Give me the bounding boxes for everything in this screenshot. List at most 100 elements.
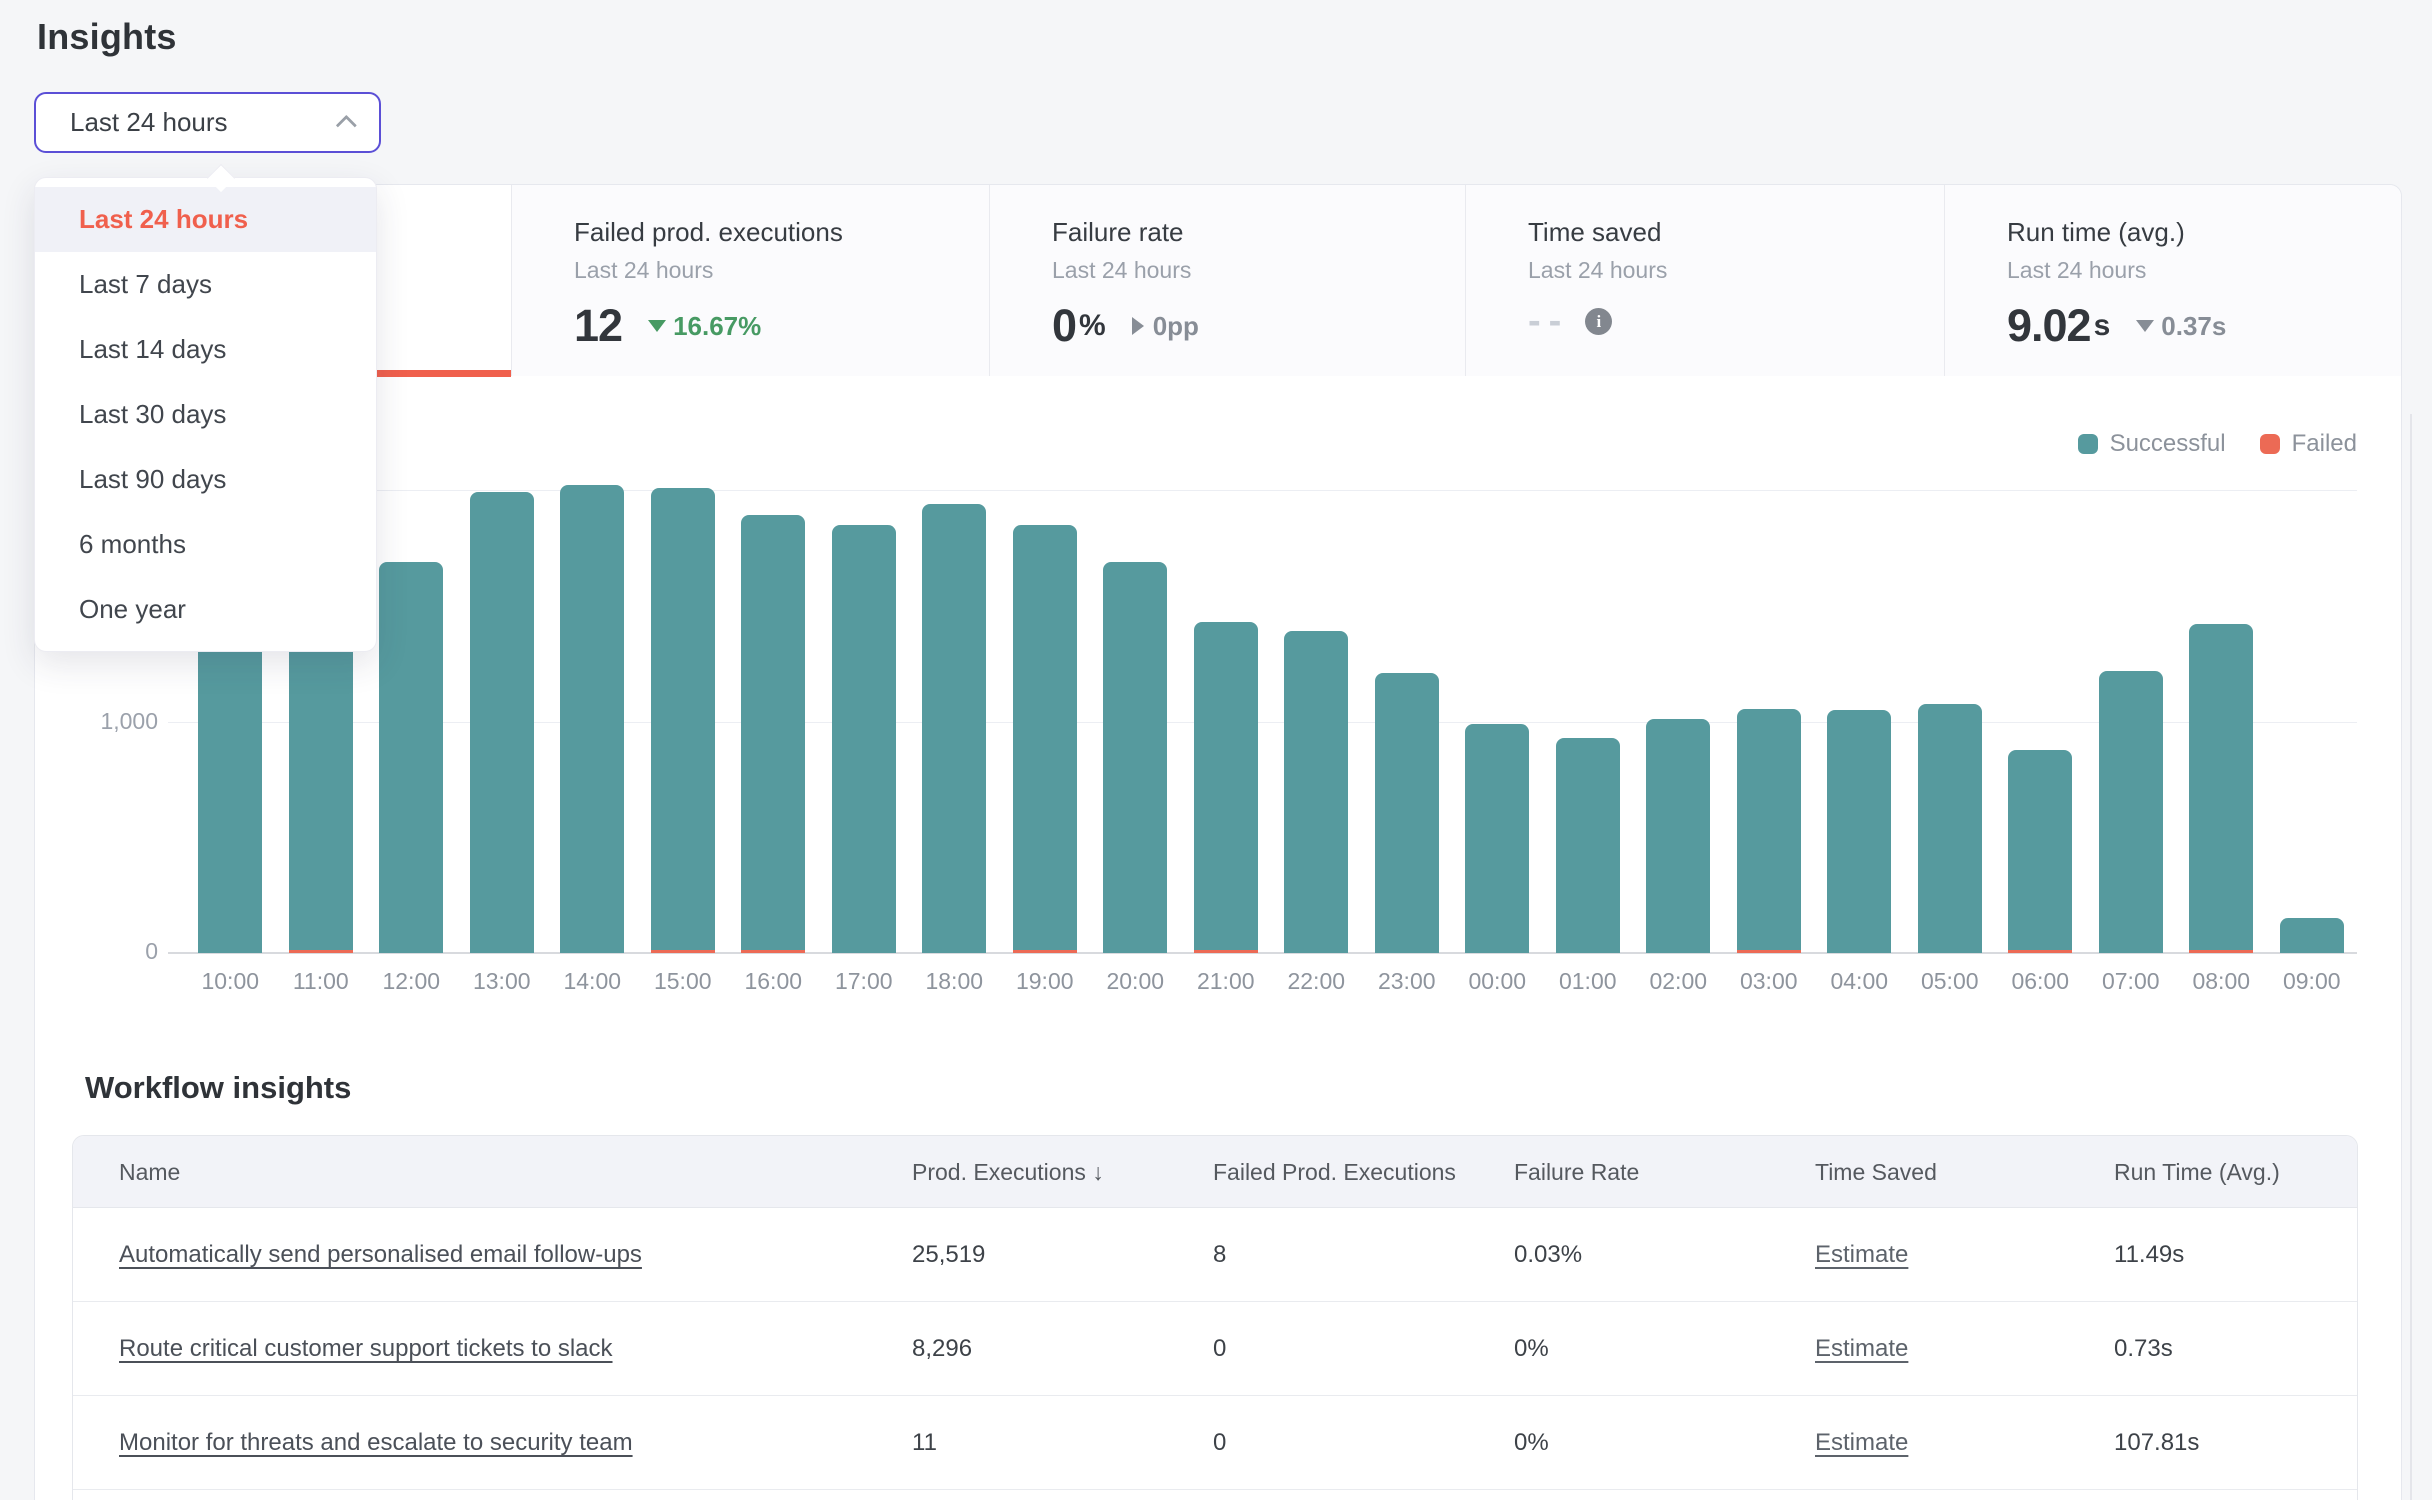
- column-header-failed-prod-executions[interactable]: Failed Prod. Executions: [1213, 1136, 1456, 1208]
- bar-13-00[interactable]: [470, 492, 534, 953]
- menu-item-last-90-days[interactable]: Last 90 days: [35, 447, 376, 512]
- cell-failed-prod-executions: 0: [1213, 1302, 1226, 1396]
- workflow-link[interactable]: Route critical customer support tickets …: [119, 1335, 613, 1362]
- workflow-link[interactable]: Monitor for threats and escalate to secu…: [119, 1429, 633, 1456]
- chart-legend: Successful Failed: [2078, 430, 2357, 458]
- legend-item-successful[interactable]: Successful: [2078, 430, 2226, 458]
- x-tick-19-00: 19:00: [1000, 968, 1091, 995]
- metric-card-delta-text: 16.67%: [673, 311, 761, 342]
- bar-15-00[interactable]: [651, 488, 715, 953]
- cell-name: Route critical customer support tickets …: [119, 1302, 613, 1396]
- bar-23-00[interactable]: [1375, 673, 1439, 953]
- column-header-name[interactable]: Name: [119, 1136, 180, 1208]
- metric-card-failure-rate[interactable]: Failure rateLast 24 hours0%0pp: [989, 185, 1465, 376]
- time-range-dropdown: Last 24 hoursLast 7 daysLast 14 daysLast…: [34, 177, 377, 652]
- metric-card-subtitle: Last 24 hours: [2007, 257, 2401, 284]
- time-range-select[interactable]: Last 24 hours: [34, 92, 381, 153]
- bar-19-00[interactable]: [1013, 525, 1077, 953]
- metric-card-time-saved[interactable]: Time savedLast 24 hours--i: [1465, 185, 1944, 376]
- x-tick-01-00: 01:00: [1543, 968, 1634, 995]
- triangle-down-icon: [2136, 320, 2154, 332]
- metric-card-value: --: [1528, 300, 1569, 343]
- bar-22-00[interactable]: [1284, 631, 1348, 953]
- cell-failure-rate: 0%: [1514, 1302, 1549, 1396]
- bar-21-00[interactable]: [1194, 622, 1258, 953]
- bar-14-00[interactable]: [560, 485, 624, 953]
- x-tick-09-00: 09:00: [2267, 968, 2358, 995]
- bar-18-00[interactable]: [922, 504, 986, 953]
- metric-card-run-time-avg[interactable]: Run time (avg.)Last 24 hours9.02s0.37s: [1944, 185, 2401, 376]
- metric-card-delta-text: 0pp: [1153, 311, 1199, 342]
- page-title: Insights: [37, 16, 177, 58]
- time-range-select-value: Last 24 hours: [70, 107, 336, 138]
- legend-item-failed[interactable]: Failed: [2260, 430, 2357, 458]
- table-header-row: Name Prod. Executions ↓ Failed Prod. Execu…: [73, 1136, 2357, 1208]
- metric-card-value-row: -- i: [1528, 300, 1944, 343]
- metric-card-delta: 16.67%: [648, 311, 761, 342]
- bar-04-00[interactable]: [1827, 710, 1891, 953]
- metric-card-value-row: 0%0pp: [1052, 300, 1465, 352]
- bar-06-00[interactable]: [2008, 750, 2072, 953]
- cell-failure-rate: 0.03%: [1514, 1208, 1582, 1302]
- bar-02-00[interactable]: [1646, 719, 1710, 953]
- table-body: Automatically send personalised email fo…: [73, 1208, 2357, 1490]
- info-icon[interactable]: i: [1585, 308, 1612, 335]
- chevron-up-icon: [336, 115, 357, 136]
- workflow-link[interactable]: Automatically send personalised email fo…: [119, 1241, 642, 1268]
- metric-card-failed-prod-executions[interactable]: Failed prod. executionsLast 24 hours1216…: [511, 185, 989, 376]
- bar-05-00[interactable]: [1918, 704, 1982, 953]
- x-tick-05-00: 05:00: [1905, 968, 1996, 995]
- metric-cards-row: Failed prod. executionsLast 24 hours1216…: [35, 185, 2401, 376]
- menu-item-6-months[interactable]: 6 months: [35, 512, 376, 577]
- triangle-right-icon: [1132, 317, 1144, 335]
- column-header-run-time-avg[interactable]: Run Time (Avg.): [2114, 1136, 2280, 1208]
- bar-16-00[interactable]: [741, 515, 805, 953]
- metric-card-unit: s: [2094, 309, 2111, 343]
- column-header-time-saved[interactable]: Time Saved: [1815, 1136, 1937, 1208]
- cell-prod-executions: 25,519: [912, 1208, 985, 1302]
- estimate-link[interactable]: Estimate: [1815, 1429, 1908, 1456]
- metric-card-delta: 0pp: [1132, 311, 1199, 342]
- bar-01-00[interactable]: [1556, 738, 1620, 953]
- bar-08-00[interactable]: [2189, 624, 2253, 953]
- x-tick-16-00: 16:00: [728, 968, 819, 995]
- bar-07-00[interactable]: [2099, 671, 2163, 953]
- bar-20-00[interactable]: [1103, 562, 1167, 953]
- x-tick-15-00: 15:00: [638, 968, 729, 995]
- bar-failed-segment: [289, 950, 353, 953]
- menu-item-last-24-hours[interactable]: Last 24 hours: [35, 187, 376, 252]
- cell-time-saved: Estimate: [1815, 1208, 1908, 1302]
- cell-failed-prod-executions: 0: [1213, 1396, 1226, 1490]
- x-tick-00-00: 00:00: [1452, 968, 1543, 995]
- failed-legend-label: Failed: [2292, 430, 2357, 458]
- menu-item-last-14-days[interactable]: Last 14 days: [35, 317, 376, 382]
- menu-item-last-7-days[interactable]: Last 7 days: [35, 252, 376, 317]
- x-tick-04-00: 04:00: [1814, 968, 1905, 995]
- table-row-route-critical-customer-support-tickets-: Route critical customer support tickets …: [73, 1302, 2357, 1396]
- cell-time-saved: Estimate: [1815, 1396, 1908, 1490]
- column-header-failure-rate[interactable]: Failure Rate: [1514, 1136, 1639, 1208]
- x-tick-07-00: 07:00: [2086, 968, 2177, 995]
- x-tick-20-00: 20:00: [1090, 968, 1181, 995]
- bar-17-00[interactable]: [832, 525, 896, 953]
- x-tick-14-00: 14:00: [547, 968, 638, 995]
- cell-failed-prod-executions: 8: [1213, 1208, 1226, 1302]
- estimate-link[interactable]: Estimate: [1815, 1241, 1908, 1268]
- estimate-link[interactable]: Estimate: [1815, 1335, 1908, 1362]
- x-tick-22-00: 22:00: [1271, 968, 1362, 995]
- y-axis-tick-0: 0: [40, 938, 158, 965]
- bar-failed-segment: [1013, 950, 1077, 953]
- menu-item-last-30-days[interactable]: Last 30 days: [35, 382, 376, 447]
- bar-03-00[interactable]: [1737, 709, 1801, 953]
- bar-12-00[interactable]: [379, 562, 443, 953]
- cell-prod-executions: 11: [912, 1396, 937, 1490]
- insights-page: Insights Last 24 hours Failed prod. exec…: [0, 0, 2432, 1500]
- x-tick-08-00: 08:00: [2176, 968, 2267, 995]
- column-header-prod-executions[interactable]: Prod. Executions ↓: [912, 1136, 1104, 1208]
- bar-09-00[interactable]: [2280, 918, 2344, 953]
- scrollbar-track[interactable]: [2410, 414, 2412, 1500]
- executions-bar-chart: [185, 490, 2357, 953]
- cell-failure-rate: 0%: [1514, 1396, 1549, 1490]
- bar-00-00[interactable]: [1465, 724, 1529, 953]
- menu-item-one-year[interactable]: One year: [35, 577, 376, 642]
